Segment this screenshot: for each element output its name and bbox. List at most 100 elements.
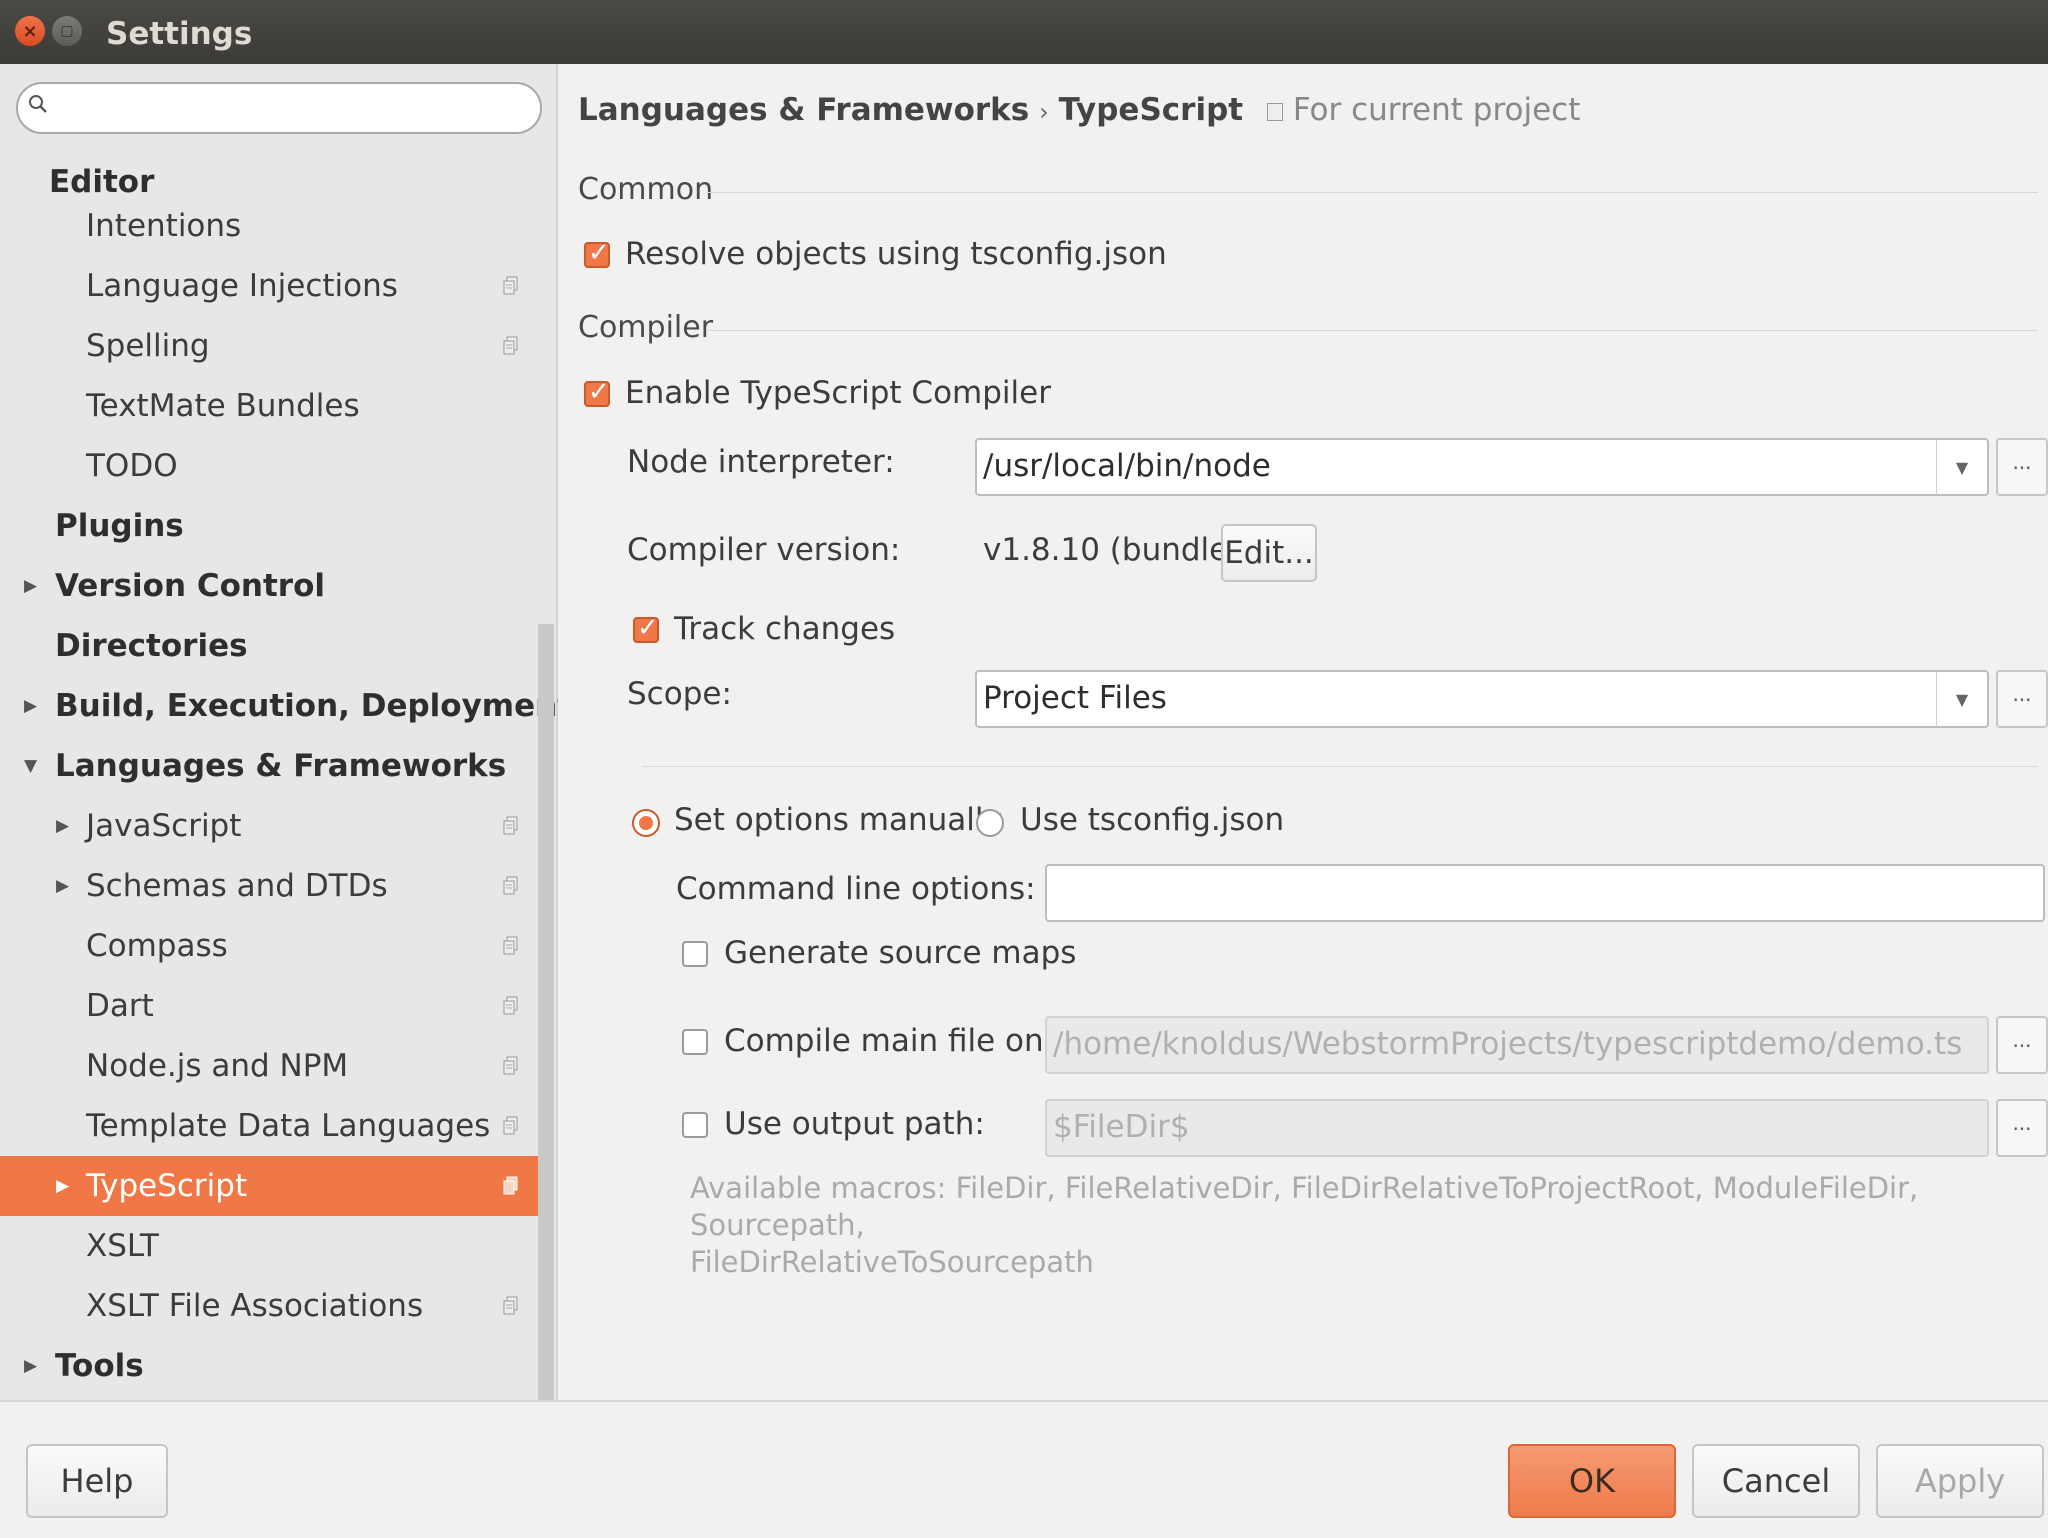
collapse-arrow-icon[interactable]: ▼ [24,736,37,796]
available-macros-hint: Available macros: FileDir, FileRelativeD… [690,1170,2048,1281]
use-output-path-label[interactable]: Use output path: [724,1106,985,1142]
set-options-manually-label[interactable]: Set options manually [674,802,1002,838]
compiler-version-value: v1.8.10 (bundled) [983,532,1261,568]
breadcrumb-separator: › [1039,98,1049,126]
sidebar-item-label: Node.js and NPM [86,1048,349,1084]
sidebar-item-template-data-languages[interactable]: Template Data Languages [0,1096,540,1156]
use-tsconfig-radio[interactable] [976,809,1004,837]
node-interpreter-browse-button[interactable]: ... [1996,438,2048,496]
node-interpreter-value: /usr/local/bin/node [983,448,1271,484]
sidebar-item-schemas-dtds[interactable]: ▶ Schemas and DTDs [0,856,540,916]
section-divider [642,766,2038,767]
sidebar-item-label: Language Injections [86,268,398,304]
project-config-icon [503,1296,518,1315]
help-button[interactable]: Help [26,1444,168,1518]
breadcrumb-parent[interactable]: Languages & Frameworks [578,92,1029,128]
sidebar-item-label: Schemas and DTDs [86,868,388,904]
cancel-button[interactable]: Cancel [1692,1444,1860,1518]
maximize-window-icon[interactable]: ▢ [52,16,82,46]
section-divider [708,330,2038,331]
sidebar-item-directories[interactable]: Directories [0,616,540,676]
track-changes-label[interactable]: Track changes [674,611,895,647]
command-line-options-label: Command line options: [676,871,1036,907]
enable-compiler-label[interactable]: Enable TypeScript Compiler [625,375,1051,411]
settings-sidebar: Editor Intentions Language Injections Sp… [0,64,572,1400]
set-options-manually-radio[interactable] [632,809,660,837]
dialog-footer: Help OK Cancel Apply [0,1400,2048,1538]
sidebar-item-label: Directories [55,628,248,664]
project-config-icon [503,816,518,835]
sidebar-item-label: Spelling [86,328,210,364]
project-config-icon [503,276,518,295]
sidebar-item-todo[interactable]: TODO [0,436,540,496]
sidebar-item-language-injections[interactable]: Language Injections [0,256,540,316]
sidebar-item-textmate-bundles[interactable]: TextMate Bundles [0,376,540,436]
compile-main-file-checkbox[interactable] [682,1029,708,1055]
enable-compiler-checkbox[interactable] [584,377,610,407]
sidebar-item-typescript[interactable]: ▶ TypeScript [0,1156,540,1216]
search-input[interactable] [16,82,542,134]
sidebar-item-tools[interactable]: ▶ Tools [0,1336,540,1396]
compile-main-file-label[interactable]: Compile main file only: [724,1023,1079,1059]
expand-arrow-icon[interactable]: ▶ [24,556,37,616]
project-config-icon [503,1056,518,1075]
output-path-value: $FileDir$ [1053,1109,1190,1145]
sidebar-item-spelling[interactable]: Spelling [0,316,540,376]
scope-browse-button[interactable]: ... [1996,670,2048,728]
sidebar-item-label: Template Data Languages [86,1108,491,1144]
apply-button[interactable]: Apply [1876,1444,2044,1518]
scope-select[interactable]: Project Files ▼ [975,670,1989,728]
sidebar-item-label: XSLT [86,1228,159,1264]
expand-arrow-icon[interactable]: ▶ [56,856,69,916]
sidebar-item-label: TextMate Bundles [86,388,360,424]
sidebar-item-label: Languages & Frameworks [55,748,507,784]
sidebar-item-label: Plugins [55,508,184,544]
scope-label: For current project [1292,92,1581,128]
sidebar-item-label: Intentions [86,208,242,244]
sidebar-item-version-control[interactable]: ▶ Version Control [0,556,540,616]
sidebar-item-build-execution-deployment[interactable]: ▶ Build, Execution, Deployment [0,676,572,736]
window-title: Settings [106,16,253,52]
ok-button[interactable]: OK [1508,1444,1676,1518]
close-window-icon[interactable]: × [15,16,45,46]
sidebar-item-label: TODO [86,448,178,484]
sidebar-item-languages-frameworks[interactable]: ▼ Languages & Frameworks [0,736,540,796]
sidebar-item-label: JavaScript [86,808,242,844]
use-tsconfig-label[interactable]: Use tsconfig.json [1020,802,1284,838]
generate-source-maps-label[interactable]: Generate source maps [724,935,1076,971]
expand-arrow-icon[interactable]: ▶ [24,676,37,736]
sidebar-item-plugins[interactable]: Plugins [0,496,540,556]
sidebar-item-xslt-file-associations[interactable]: XSLT File Associations [0,1276,540,1336]
sidebar-item-nodejs-npm[interactable]: Node.js and NPM [0,1036,540,1096]
scope-value: Project Files [983,680,1167,716]
sidebar-item-dart[interactable]: Dart [0,976,540,1036]
project-config-icon [503,1176,518,1195]
project-config-icon [503,1116,518,1135]
track-changes-checkbox[interactable] [633,613,659,643]
chevron-down-icon[interactable]: ▼ [1936,440,1987,494]
sidebar-item-javascript[interactable]: ▶ JavaScript [0,796,540,856]
sidebar-item-compass[interactable]: Compass [0,916,540,976]
resolve-tsconfig-label[interactable]: Resolve objects using tsconfig.json [625,236,1167,272]
chevron-down-icon[interactable]: ▼ [1936,672,1987,726]
sidebar-item-intentions[interactable]: Intentions [0,196,540,256]
section-divider [708,192,2038,193]
edit-compiler-version-button[interactable]: Edit... [1221,524,1317,582]
expand-arrow-icon[interactable]: ▶ [24,1336,37,1396]
output-path-browse-button[interactable]: ... [1996,1099,2048,1157]
use-output-path-checkbox[interactable] [682,1112,708,1138]
project-config-icon [503,936,518,955]
node-interpreter-label: Node interpreter: [627,444,895,480]
expand-arrow-icon[interactable]: ▶ [56,1156,69,1216]
generate-source-maps-checkbox[interactable] [682,941,708,967]
node-interpreter-select[interactable]: /usr/local/bin/node ▼ [975,438,1989,496]
search-icon [29,95,47,113]
sidebar-scrollbar[interactable] [538,624,554,1400]
main-file-browse-button[interactable]: ... [1996,1016,2048,1074]
title-bar: × ▢ Settings [0,0,2048,64]
command-line-options-input[interactable] [1045,864,2045,922]
section-compiler-title: Compiler [578,310,714,345]
resolve-tsconfig-checkbox[interactable] [584,238,610,268]
expand-arrow-icon[interactable]: ▶ [56,796,69,856]
sidebar-item-xslt[interactable]: XSLT [0,1216,540,1276]
